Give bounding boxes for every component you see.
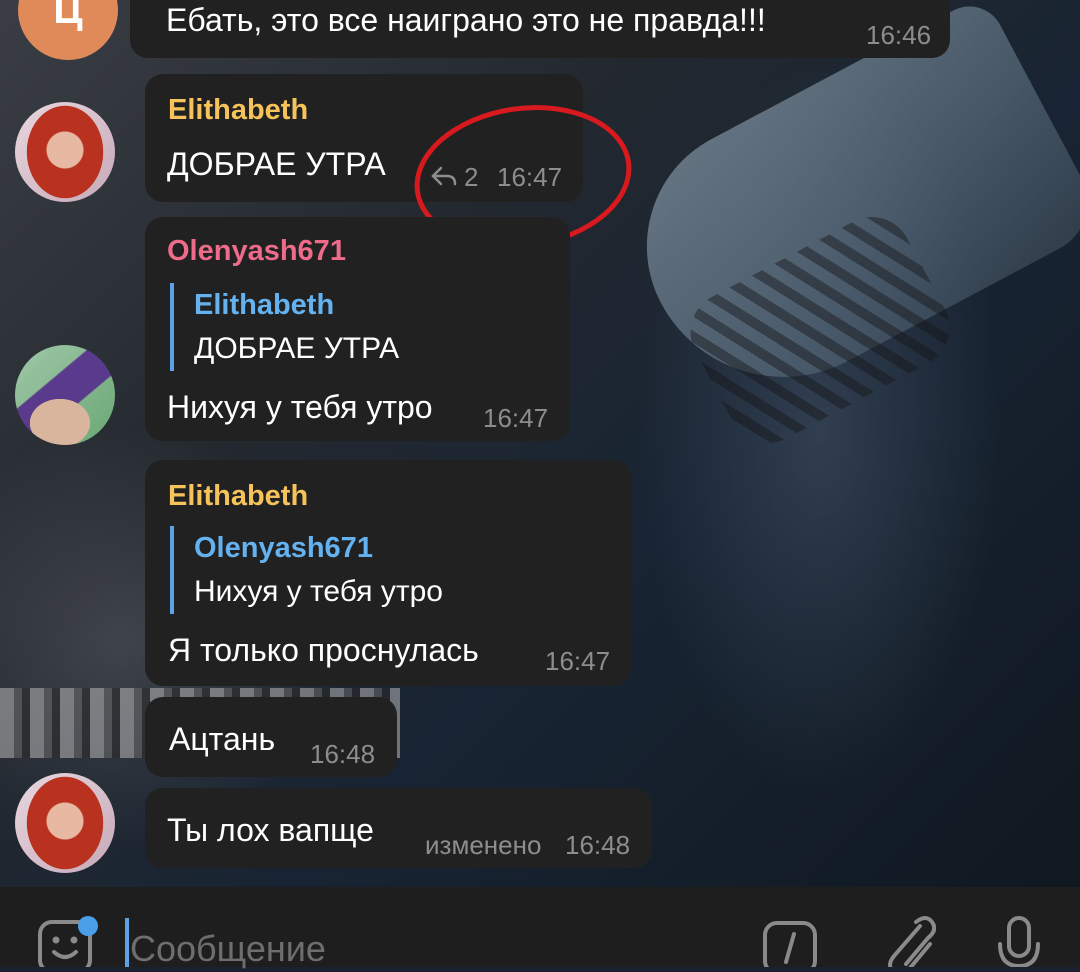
- message-input[interactable]: Сообщение: [130, 928, 326, 970]
- message-author[interactable]: Elithabeth: [168, 480, 308, 513]
- message-text: Ацтань: [169, 721, 276, 757]
- message-text: Я только проснулась: [168, 632, 479, 668]
- message-author[interactable]: Olenyash671: [167, 235, 346, 268]
- message-bubble[interactable]: Ты лох вапще изменено 16:48: [145, 788, 652, 868]
- microphone-icon[interactable]: [994, 914, 1044, 972]
- avatar[interactable]: [15, 773, 115, 873]
- message-time: 16:47: [545, 646, 611, 676]
- sticker-icon[interactable]: [36, 916, 100, 972]
- message-time: 16:47: [483, 403, 549, 433]
- avatar-letter: Ц: [53, 0, 83, 32]
- message-author[interactable]: Elithabeth: [168, 94, 308, 127]
- quote-author: Elithabeth: [194, 289, 335, 321]
- reply-quote[interactable]: Elithabeth ДОБРАЕ УТРА: [170, 283, 399, 371]
- message-text: Ты лох вапще: [167, 812, 374, 848]
- avatar[interactable]: [15, 102, 115, 202]
- quote-text: ДОБРАЕ УТРА: [194, 332, 400, 365]
- message-bubble[interactable]: Olenyash671 Elithabeth ДОБРАЕ УТРА Нихуя…: [145, 217, 570, 441]
- quote-text: Нихуя у тебя утро: [194, 575, 443, 608]
- text-cursor: [125, 918, 129, 967]
- message-time: 16:46: [866, 20, 932, 50]
- message-time: 16:48: [565, 830, 631, 860]
- message-bubble[interactable]: Ебать, это все наиграно это не правда!!!…: [130, 0, 950, 58]
- message-text: Ебать, это все наиграно это не правда!!!: [166, 2, 766, 38]
- message-time: 16:48: [310, 739, 376, 769]
- quote-author: Olenyash671: [194, 532, 373, 564]
- avatar[interactable]: [15, 345, 115, 445]
- attach-icon[interactable]: [876, 916, 937, 972]
- reply-quote[interactable]: Olenyash671 Нихуя у тебя утро: [170, 526, 443, 614]
- message-bubble[interactable]: Ацтань 16:48: [145, 697, 397, 777]
- message-text: Нихуя у тебя утро: [167, 389, 433, 425]
- message-text: ДОБРАЕ УТРА: [167, 146, 386, 182]
- edited-label: изменено: [425, 830, 542, 860]
- message-bubble[interactable]: Elithabeth Olenyash671 Нихуя у тебя утро…: [145, 460, 631, 686]
- bot-command-icon[interactable]: [762, 918, 818, 972]
